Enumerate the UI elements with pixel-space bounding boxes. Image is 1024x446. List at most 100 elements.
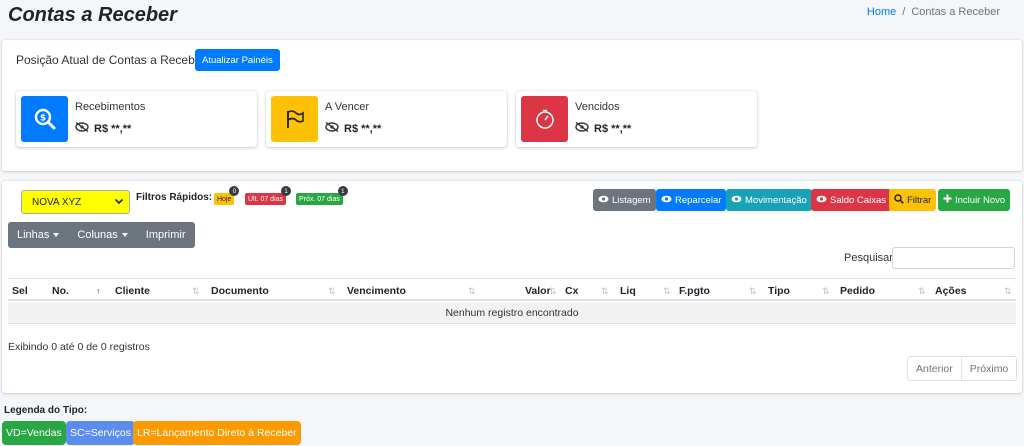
add-new-button[interactable]: Incluir Novo [938,189,1011,211]
breadcrumb-home-link[interactable]: Home [867,6,896,18]
quick-filter-today[interactable]: Hoje 0 [214,186,240,205]
table-header: Sel No. ↑ Cliente ⇅ Documento ⇅ Vencimen… [8,278,1016,301]
position-panel: Posição Atual de Contas a Receber Atuali… [2,40,1022,171]
listing-button[interactable]: Listagem [593,189,656,211]
table-tools-group: Linhas Colunas Imprimir [8,222,195,248]
info-box-recebimentos[interactable]: $ Recebimentos R$ **,** [16,91,257,147]
info-box-vencidos[interactable]: Vencidos R$ **,** [516,91,757,147]
print-button[interactable]: Imprimir [137,222,195,248]
info-value: R$ **,** [325,121,382,135]
movement-button[interactable]: Movimentação [726,189,812,211]
stopwatch-icon [521,96,568,142]
chevron-down-icon [114,196,124,209]
column-header-acoes[interactable]: Ações [935,285,967,297]
sort-icon[interactable]: ⇅ [468,286,476,297]
company-select[interactable]: NOVA XYZ [21,190,130,214]
rows-label: Linhas [17,229,50,241]
breadcrumb-separator: / [902,6,906,18]
quick-filter-label: Últ. 07 dias [248,195,284,203]
flag-icon [271,96,318,142]
search-label: Pesquisar [844,252,893,264]
info-amount: R$ **,** [344,122,382,135]
sort-icon[interactable]: ⇅ [749,286,757,297]
column-header-cx[interactable]: Cx [565,285,578,297]
caret-down-icon [121,233,128,237]
pagination-next[interactable]: Próximo [960,357,1017,380]
filter-button[interactable]: Filtrar [889,189,937,211]
add-new-button-label: Incluir Novo [955,194,1006,206]
info-amount: R$ **,** [594,122,632,135]
search-input[interactable] [892,247,1015,269]
plus-icon [943,194,952,206]
quick-filter-label: Próx. 07 dias [299,195,340,203]
quick-filter-label: Hoje [217,195,232,203]
refresh-panels-button[interactable]: Atualizar Painéis [195,49,280,71]
column-header-documento[interactable]: Documento [211,285,269,297]
column-header-vencimento[interactable]: Vencimento [347,285,406,297]
sort-icon[interactable]: ⇅ [663,286,671,297]
reparcel-button-label: Reparcelar [675,194,722,206]
sort-icon[interactable]: ⇅ [549,286,557,297]
search-dollar-icon: $ [21,96,68,142]
columns-label: Colunas [77,229,118,241]
print-label: Imprimir [145,229,186,241]
eye-slash-icon[interactable] [75,121,89,135]
column-header-valor[interactable]: Valor [525,285,551,297]
receivables-list-panel: NOVA XYZ Filtros Rápidos: Hoje 0 Últ. 07… [2,181,1022,393]
empty-table-row: Nenhum registro encontrado [8,302,1016,324]
movement-button-label: Movimentação [745,194,807,206]
eye-icon [598,195,609,206]
column-header-pedido[interactable]: Pedido [840,285,875,297]
breadcrumb-current: Contas a Receber [911,6,1000,18]
sort-asc-icon[interactable]: ↑ [96,286,101,296]
eye-icon [731,195,742,206]
sort-icon[interactable]: ⇅ [601,286,609,297]
info-label: A Vencer [325,101,370,113]
breadcrumb: Home / Contas a Receber [867,6,1000,18]
table-info: Exibindo 0 até 0 de 0 registros [8,341,150,353]
eye-slash-icon[interactable] [575,121,589,135]
pagination-previous[interactable]: Anterior [908,357,961,380]
quick-filter-count: 1 [337,186,348,196]
column-header-sel[interactable]: Sel [12,285,28,297]
caret-down-icon [53,233,60,237]
quick-filter-count: 1 [281,186,292,196]
sort-icon[interactable]: ⇅ [918,286,926,297]
columns-dropdown-button[interactable]: Colunas [68,222,136,248]
quick-filter-last-7-days[interactable]: Últ. 07 dias 1 [245,186,292,205]
info-value: R$ **,** [575,121,632,135]
cash-balance-button[interactable]: Saldo Caixas [811,189,891,211]
info-amount: R$ **,** [94,122,132,135]
legend-item-lancamento: LR=Lançamento Direto à Receber [133,421,301,445]
reparcel-button[interactable]: Reparcelar [656,189,727,211]
sort-icon[interactable]: ⇅ [328,286,336,297]
filter-button-label: Filtrar [907,194,932,206]
listing-button-label: Listagem [612,194,651,206]
column-header-liq[interactable]: Liq [620,285,636,297]
sort-icon[interactable]: ⇅ [192,286,200,297]
page-title: Contas a Receber [8,4,177,26]
eye-slash-icon[interactable] [325,121,339,135]
pagination: Anterior Próximo [907,356,1018,381]
info-box-a-vencer[interactable]: A Vencer R$ **,** [266,91,507,147]
column-header-no[interactable]: No. [52,285,69,297]
rows-dropdown-button[interactable]: Linhas [8,222,68,248]
cash-balance-button-label: Saldo Caixas [830,194,886,206]
sort-icon[interactable]: ⇅ [1004,286,1012,297]
quick-filter-next-7-days[interactable]: Próx. 07 dias 1 [296,186,348,205]
info-value: R$ **,** [75,121,132,135]
company-select-value: NOVA XYZ [32,196,82,208]
column-header-cliente[interactable]: Cliente [115,285,150,297]
legend-item-servicos: SC=Serviços [66,421,135,445]
eye-icon [661,195,672,206]
column-header-fpgto[interactable]: F.pgto [679,285,710,297]
quick-filter-count: 0 [229,186,240,196]
column-header-tipo[interactable]: Tipo [768,285,790,297]
eye-icon [816,195,827,206]
position-title: Posição Atual de Contas a Receber [16,53,206,67]
sort-icon[interactable]: ⇅ [822,286,830,297]
quick-filters-label: Filtros Rápidos: [136,192,213,203]
info-label: Recebimentos [75,101,146,113]
legend-item-vendas: VD=Vendas [2,421,66,445]
legend-title: Legenda do Tipo: [4,405,88,416]
